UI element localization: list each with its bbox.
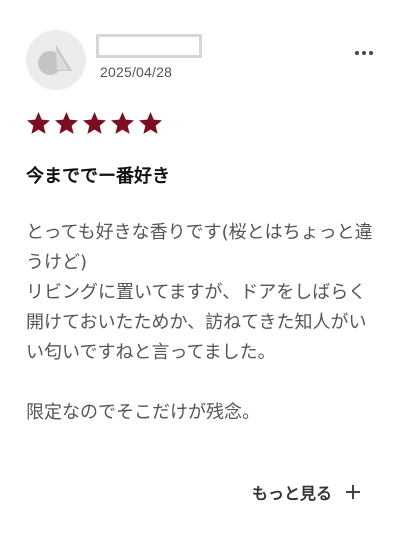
more-dots-icon[interactable]	[352, 44, 376, 62]
review-date: 2025/04/28	[100, 64, 173, 80]
avatar	[26, 30, 86, 90]
plus-icon	[346, 485, 361, 499]
review-title: 今まででー番好き	[26, 166, 170, 187]
review-body: とっても好きな香りです(桜とはちょっと違うけど) リビングに置いてますが、ドアを…	[26, 222, 373, 423]
star-icon	[111, 112, 134, 134]
star-icon	[27, 112, 50, 134]
star-icon	[139, 112, 162, 134]
read-more-button[interactable]: もっと見る	[252, 480, 361, 504]
star-icon	[55, 112, 78, 134]
reviewer-name-redacted	[96, 34, 202, 58]
star-rating	[25, 110, 164, 137]
star-icon	[83, 112, 106, 134]
read-more-label: もっと見る	[252, 484, 333, 503]
user-avatar-icon	[38, 45, 72, 75]
